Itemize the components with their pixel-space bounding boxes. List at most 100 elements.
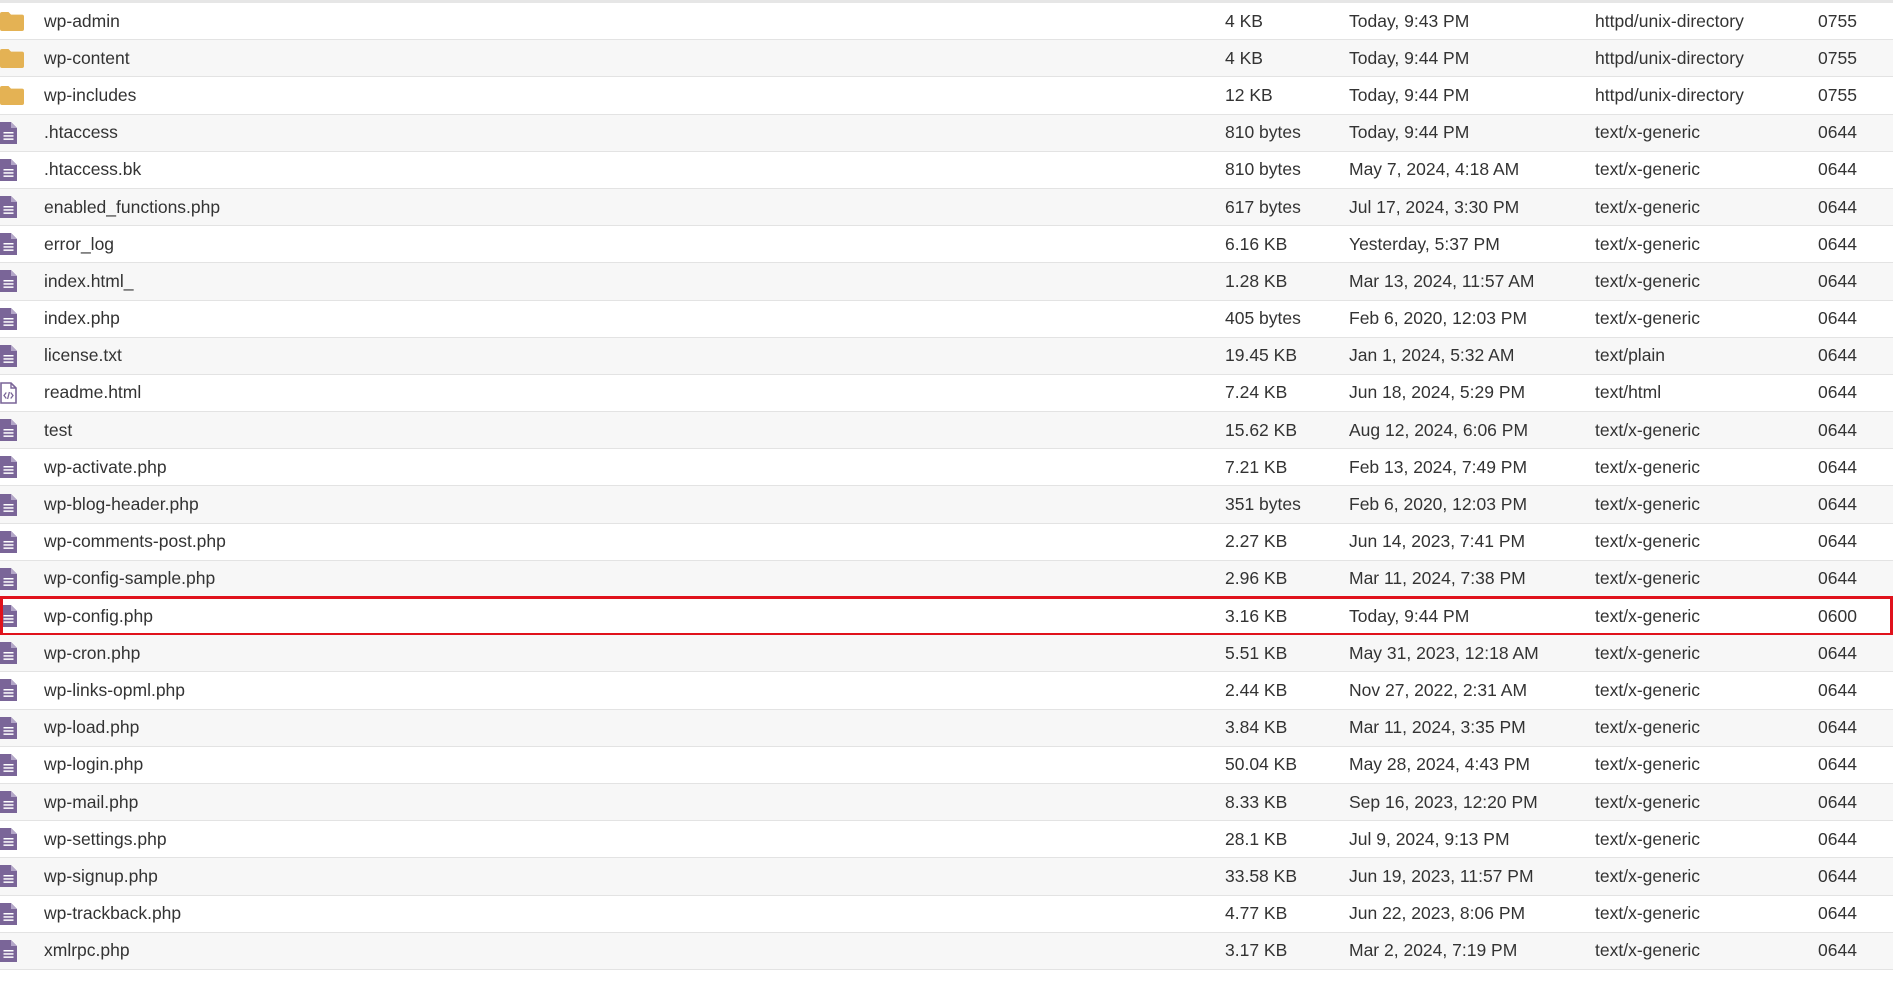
file-row[interactable]: wp-links-opml.php 2.44 KB Nov 27, 2022, …	[0, 672, 1893, 710]
file-name[interactable]: wp-mail.php	[44, 792, 1225, 813]
file-last-modified: Jan 1, 2024, 5:32 AM	[1349, 345, 1515, 366]
file-row[interactable]: wp-comments-post.php 2.27 KB Jun 14, 202…	[0, 523, 1893, 561]
file-name[interactable]: wp-comments-post.php	[44, 531, 1225, 552]
file-name[interactable]: license.txt	[44, 345, 1225, 366]
file-row[interactable]: wp-cron.php 5.51 KB May 31, 2023, 12:18 …	[0, 635, 1893, 673]
file-type-icon-cell	[0, 939, 44, 962]
file-name[interactable]: wp-signup.php	[44, 866, 1225, 887]
file-permissions: 0644	[1818, 233, 1857, 254]
file-last-modified: Today, 9:44 PM	[1349, 47, 1470, 68]
file-row[interactable]: wp-blog-header.php 351 bytes Feb 6, 2020…	[0, 486, 1893, 524]
file-last-modified: Jul 9, 2024, 9:13 PM	[1349, 828, 1510, 849]
file-size: 3.84 KB	[1225, 717, 1288, 738]
file-text-icon	[0, 716, 17, 739]
file-name[interactable]: wp-trackback.php	[44, 903, 1225, 924]
file-permissions: 0644	[1818, 494, 1857, 515]
file-last-modified: Today, 9:43 PM	[1349, 10, 1470, 31]
file-type-icon-cell	[0, 716, 44, 739]
file-size: 3.16 KB	[1225, 605, 1288, 626]
file-permissions: 0644	[1818, 419, 1857, 440]
file-row[interactable]: xmlrpc.php 3.17 KB Mar 2, 2024, 7:19 PM …	[0, 932, 1893, 970]
file-name[interactable]: wp-config.php	[44, 606, 1225, 627]
file-name[interactable]: .htaccess	[44, 122, 1225, 143]
file-size: 2.96 KB	[1225, 568, 1288, 589]
file-name[interactable]: wp-load.php	[44, 717, 1225, 738]
file-row[interactable]: wp-load.php 3.84 KB Mar 11, 2024, 3:35 P…	[0, 709, 1893, 747]
file-name[interactable]: enabled_functions.php	[44, 197, 1225, 218]
file-row[interactable]: .htaccess.bk 810 bytes May 7, 2024, 4:18…	[0, 151, 1893, 189]
file-row[interactable]: wp-trackback.php 4.77 KB Jun 22, 2023, 8…	[0, 895, 1893, 933]
file-type-icon-cell	[0, 493, 44, 516]
file-row[interactable]: wp-login.php 50.04 KB May 28, 2024, 4:43…	[0, 746, 1893, 784]
file-last-modified: Feb 13, 2024, 7:49 PM	[1349, 456, 1528, 477]
file-text-icon	[0, 902, 17, 925]
file-name[interactable]: index.html_	[44, 271, 1225, 292]
file-size: 4.77 KB	[1225, 903, 1288, 924]
file-type-icon-cell	[0, 85, 44, 105]
file-name[interactable]: wp-settings.php	[44, 829, 1225, 850]
file-row[interactable]: wp-config-sample.php 2.96 KB Mar 11, 202…	[0, 560, 1893, 598]
file-text-icon	[0, 493, 17, 516]
file-mime-type: text/x-generic	[1595, 679, 1701, 700]
file-name[interactable]: .htaccess.bk	[44, 159, 1225, 180]
file-row[interactable]: wp-admin 4 KB Today, 9:43 PM httpd/unix-…	[0, 3, 1893, 41]
file-name[interactable]: index.php	[44, 308, 1225, 329]
file-name[interactable]: test	[44, 420, 1225, 441]
file-last-modified: Aug 12, 2024, 6:06 PM	[1349, 419, 1529, 440]
file-row[interactable]: wp-content 4 KB Today, 9:44 PM httpd/uni…	[0, 40, 1893, 78]
file-last-modified: Nov 27, 2022, 2:31 AM	[1349, 679, 1528, 700]
file-text-icon	[0, 233, 17, 256]
file-name[interactable]: wp-admin	[44, 11, 1225, 32]
file-last-modified: Jun 22, 2023, 8:06 PM	[1349, 903, 1526, 924]
file-name[interactable]: wp-activate.php	[44, 457, 1225, 478]
file-row[interactable]: wp-activate.php 7.21 KB Feb 13, 2024, 7:…	[0, 449, 1893, 487]
file-name[interactable]: wp-includes	[44, 85, 1225, 106]
file-row[interactable]: .htaccess 810 bytes Today, 9:44 PM text/…	[0, 114, 1893, 152]
file-permissions: 0644	[1818, 568, 1857, 589]
file-size: 810 bytes	[1225, 122, 1301, 143]
file-name[interactable]: readme.html	[44, 382, 1225, 403]
file-type-icon-cell	[0, 196, 44, 219]
file-row[interactable]: license.txt 19.45 KB Jan 1, 2024, 5:32 A…	[0, 337, 1893, 375]
file-row[interactable]: readme.html 7.24 KB Jun 18, 2024, 5:29 P…	[0, 374, 1893, 413]
file-row[interactable]: enabled_functions.php 617 bytes Jul 17, …	[0, 188, 1893, 227]
file-mime-type: text/x-generic	[1595, 568, 1701, 589]
file-name[interactable]: wp-config-sample.php	[44, 568, 1225, 589]
file-permissions: 0644	[1818, 754, 1857, 775]
file-permissions: 0644	[1818, 642, 1857, 663]
file-name[interactable]: wp-blog-header.php	[44, 494, 1225, 515]
file-size: 2.44 KB	[1225, 679, 1288, 700]
file-text-icon	[0, 419, 17, 442]
file-mime-type: text/x-generic	[1595, 419, 1701, 440]
file-text-icon	[0, 865, 17, 888]
file-row[interactable]: index.html_ 1.28 KB Mar 13, 2024, 11:57 …	[0, 263, 1893, 301]
file-row[interactable]: wp-includes 12 KB Today, 9:44 PM httpd/u…	[0, 77, 1893, 115]
file-row[interactable]: wp-settings.php 28.1 KB Jul 9, 2024, 9:1…	[0, 821, 1893, 859]
file-last-modified: Today, 9:44 PM	[1349, 605, 1470, 626]
file-name[interactable]: wp-content	[44, 48, 1225, 69]
file-name[interactable]: error_log	[44, 234, 1225, 255]
file-size: 33.58 KB	[1225, 865, 1297, 886]
file-name[interactable]: wp-links-opml.php	[44, 680, 1225, 701]
file-row[interactable]: wp-mail.php 8.33 KB Sep 16, 2023, 12:20 …	[0, 783, 1893, 822]
file-permissions: 0644	[1818, 159, 1857, 180]
folder-icon	[0, 11, 24, 31]
file-text-icon	[0, 605, 17, 628]
file-text-icon	[0, 530, 17, 553]
file-permissions: 0644	[1818, 122, 1857, 143]
file-row[interactable]: wp-config.php 3.16 KB Today, 9:44 PM tex…	[0, 595, 1893, 637]
file-last-modified: Today, 9:44 PM	[1349, 84, 1470, 105]
file-row[interactable]: index.php 405 bytes Feb 6, 2020, 12:03 P…	[0, 300, 1893, 338]
file-row[interactable]: error_log 6.16 KB Yesterday, 5:37 PM tex…	[0, 226, 1893, 264]
file-name[interactable]: wp-login.php	[44, 754, 1225, 775]
file-name[interactable]: xmlrpc.php	[44, 940, 1225, 961]
file-last-modified: Today, 9:44 PM	[1349, 122, 1470, 143]
file-permissions: 0600	[1818, 605, 1857, 626]
file-permissions: 0644	[1818, 865, 1857, 886]
file-row[interactable]: wp-signup.php 33.58 KB Jun 19, 2023, 11:…	[0, 858, 1893, 896]
file-name[interactable]: wp-cron.php	[44, 643, 1225, 664]
file-permissions: 0644	[1818, 345, 1857, 366]
file-row[interactable]: test 15.62 KB Aug 12, 2024, 6:06 PM text…	[0, 412, 1893, 450]
file-size: 5.51 KB	[1225, 642, 1288, 663]
file-text-icon	[0, 679, 17, 702]
